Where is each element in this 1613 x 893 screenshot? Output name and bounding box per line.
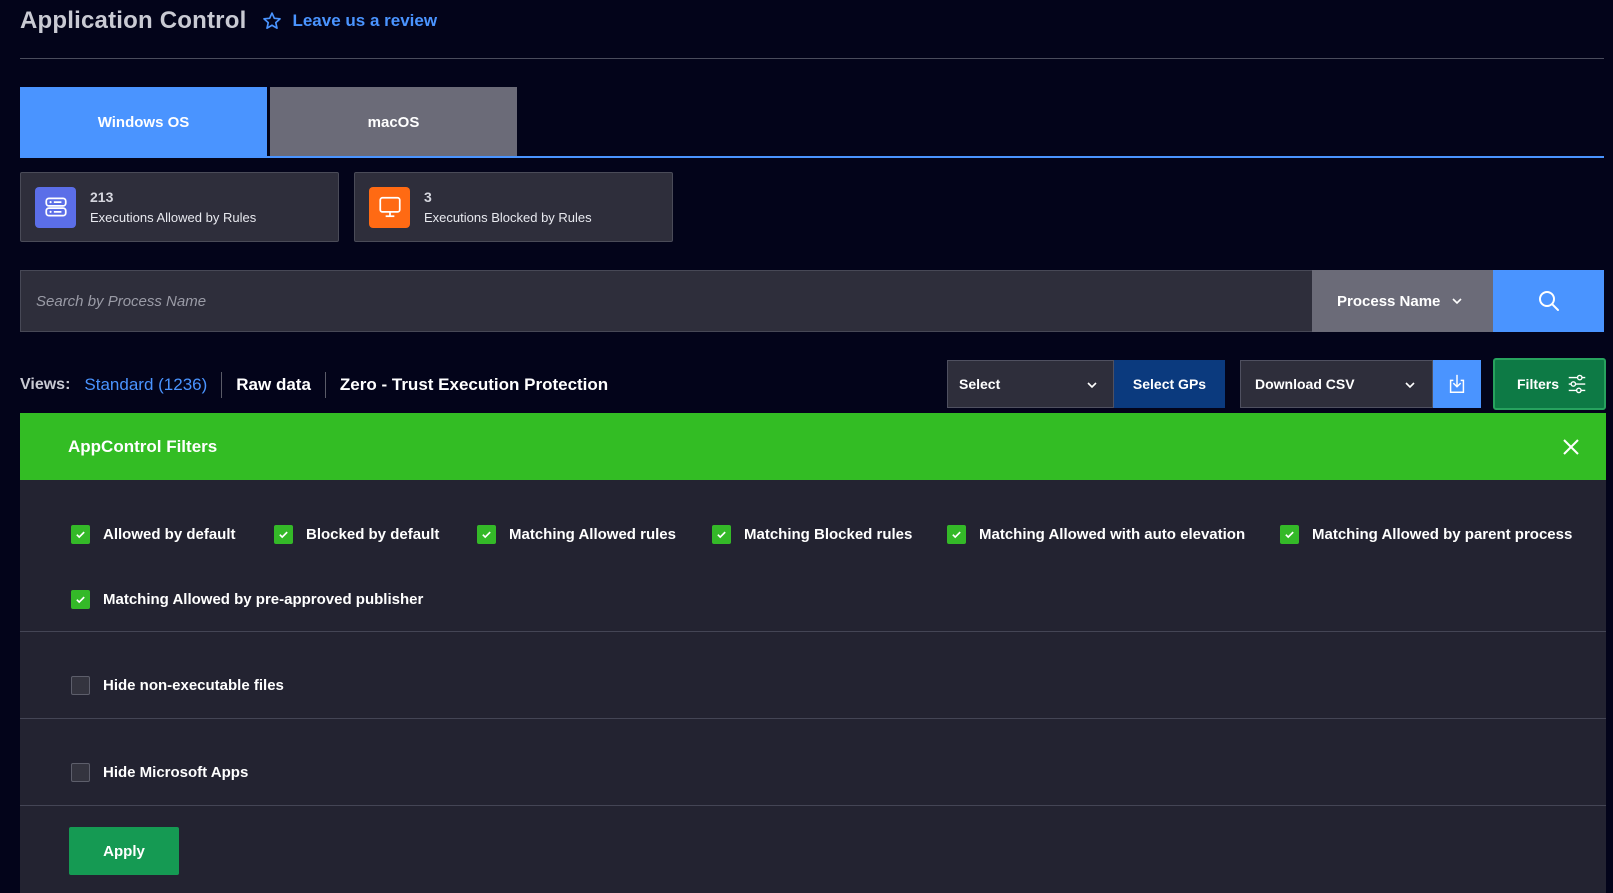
monitor-icon: [369, 186, 410, 228]
stat-blocked-label: Executions Blocked by Rules: [424, 210, 592, 225]
stat-card-allowed: 213 Executions Allowed by Rules: [20, 172, 339, 242]
filter-hide-microsoft-apps[interactable]: Hide Microsoft Apps: [71, 761, 248, 783]
close-icon[interactable]: [1561, 437, 1581, 457]
checkbox-checked[interactable]: [71, 524, 90, 544]
page-header: Application Control Leave us a review: [20, 6, 437, 36]
checkbox-checked[interactable]: [712, 524, 731, 544]
stat-allowed-value: 213: [90, 189, 114, 205]
filter-label: Hide Microsoft Apps: [103, 763, 249, 781]
chevron-down-icon: [1452, 298, 1462, 305]
filter-blocked-by-default[interactable]: Blocked by default: [274, 523, 439, 545]
section-divider: [20, 718, 1606, 719]
stat-card-blocked: 3 Executions Blocked by Rules: [354, 172, 673, 242]
search-field-select[interactable]: Process Name: [1312, 270, 1493, 332]
search-field-select-label: Process Name: [1337, 292, 1441, 310]
search-button[interactable]: [1493, 270, 1604, 332]
filter-label: Matching Allowed by parent process: [1312, 525, 1573, 543]
chevron-down-icon: [1405, 382, 1415, 389]
filter-label: Blocked by default: [306, 525, 440, 543]
checkbox-unchecked[interactable]: [71, 762, 90, 782]
download-csv-label: Download CSV: [1255, 376, 1355, 392]
check-icon: [717, 531, 726, 538]
check-icon: [952, 531, 961, 538]
filter-label: Matching Allowed by pre-approved publish…: [103, 590, 424, 608]
filter-hide-nonexecutable[interactable]: Hide non-executable files: [71, 674, 284, 696]
checkbox-checked[interactable]: [274, 524, 293, 544]
check-icon: [76, 531, 85, 538]
search-icon: [1538, 291, 1559, 311]
download-icon: [1449, 374, 1465, 393]
view-raw-data[interactable]: Raw data: [222, 372, 325, 398]
server-icon: [35, 186, 76, 228]
filter-allowed-by-default[interactable]: Allowed by default: [71, 523, 236, 545]
download-button[interactable]: [1433, 360, 1481, 408]
check-icon: [76, 596, 85, 603]
stat-blocked-value: 3: [424, 189, 432, 205]
checkbox-checked[interactable]: [71, 589, 90, 609]
view-zero-trust[interactable]: Zero - Trust Execution Protection: [326, 372, 622, 398]
header-divider: [20, 58, 1604, 59]
select-gps-button[interactable]: Select GPs: [1114, 360, 1225, 408]
section-divider: [20, 631, 1606, 632]
filter-matching-allowed-parent-process[interactable]: Matching Allowed by parent process: [1280, 523, 1572, 545]
sliders-icon: [1568, 374, 1586, 394]
select-dropdown-label: Select: [959, 376, 1001, 392]
download-csv-dropdown[interactable]: Download CSV: [1240, 360, 1433, 408]
apply-button[interactable]: Apply: [69, 827, 179, 875]
filter-label: Allowed by default: [103, 525, 236, 543]
filter-label: Matching Allowed rules: [509, 525, 676, 543]
filter-label: Matching Blocked rules: [744, 525, 913, 543]
tab-macos[interactable]: macOS: [270, 87, 517, 157]
views-bar: Views: Standard (1236) Raw data Zero - T…: [20, 372, 622, 398]
search-container: [20, 270, 1312, 332]
check-icon: [279, 531, 288, 538]
filters-panel-title: AppControl Filters: [68, 436, 218, 456]
leave-review-label: Leave us a review: [292, 11, 438, 30]
filters-panel-header: AppControl Filters: [20, 413, 1606, 480]
views-label: Views:: [20, 376, 71, 393]
checkbox-checked[interactable]: [477, 524, 496, 544]
search-input[interactable]: [36, 292, 1312, 310]
filter-label: Matching Allowed with auto elevation: [979, 525, 1246, 543]
filters-button[interactable]: Filters: [1493, 358, 1606, 410]
leave-review-link[interactable]: Leave us a review: [262, 11, 437, 31]
select-dropdown[interactable]: Select: [947, 360, 1114, 408]
filter-matching-allowed-publisher[interactable]: Matching Allowed by pre-approved publish…: [71, 588, 423, 610]
tab-windows-os[interactable]: Windows OS: [20, 87, 267, 157]
check-icon: [1285, 531, 1294, 538]
filter-matching-blocked-rules[interactable]: Matching Blocked rules: [712, 523, 912, 545]
chevron-down-icon: [1087, 382, 1097, 389]
checkbox-checked[interactable]: [1280, 524, 1299, 544]
filter-label: Hide non-executable files: [103, 676, 284, 694]
check-icon: [482, 531, 491, 538]
checkbox-checked[interactable]: [947, 524, 966, 544]
stat-allowed-label: Executions Allowed by Rules: [90, 210, 257, 225]
tab-underline: [20, 156, 1604, 158]
filters-label: Filters: [1517, 376, 1560, 392]
checkbox-unchecked[interactable]: [71, 675, 90, 695]
section-divider: [20, 805, 1606, 806]
filter-matching-allowed-rules[interactable]: Matching Allowed rules: [477, 523, 676, 545]
view-standard[interactable]: Standard (1236): [84, 372, 221, 398]
filter-matching-allowed-auto-elevation[interactable]: Matching Allowed with auto elevation: [947, 523, 1245, 545]
star-icon: [263, 12, 282, 29]
page-title: Application Control: [20, 7, 247, 34]
